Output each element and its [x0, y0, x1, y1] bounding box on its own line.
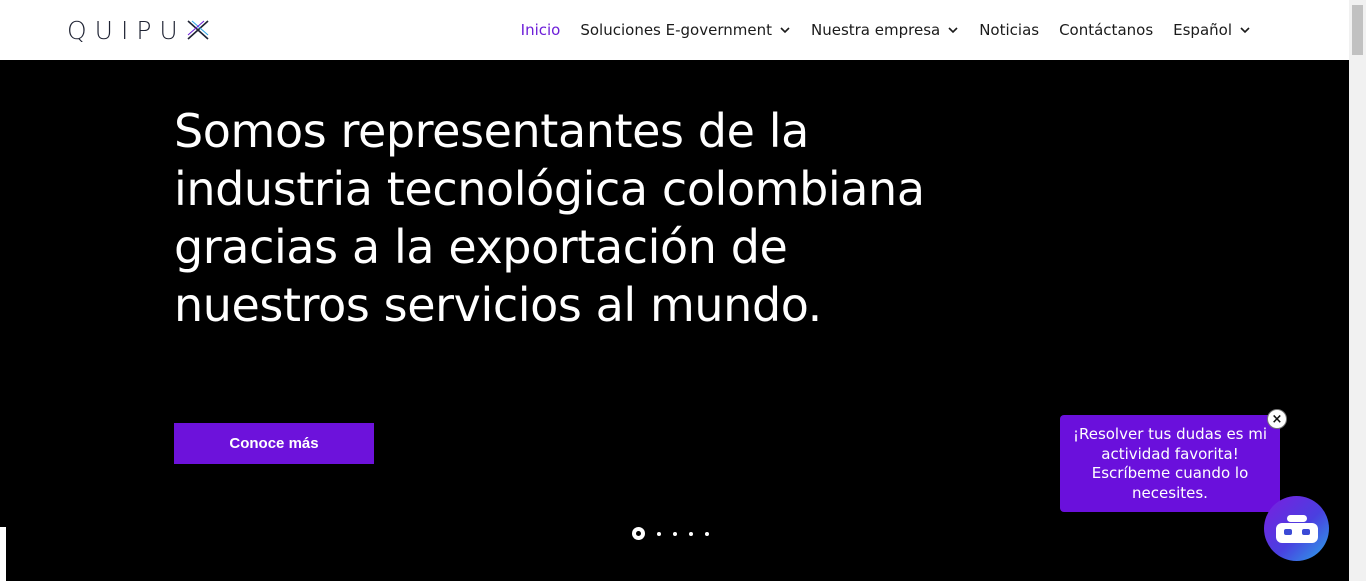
chevron-down-icon [948, 27, 958, 34]
nav-item-label: Noticias [979, 21, 1040, 39]
slider-dot[interactable] [632, 527, 645, 540]
hero-title-line: Somos representantes de la [174, 104, 809, 158]
scrollbar-thumb[interactable] [1352, 5, 1363, 55]
page-scrollbar[interactable] [1349, 0, 1366, 581]
nav-item-label: Contáctanos [1059, 21, 1154, 39]
chat-prompt-text: ¡Resolver tus dudas es mi actividad favo… [1072, 425, 1268, 502]
nav-item-soluciones[interactable]: Soluciones E-government [580, 21, 791, 39]
chevron-down-icon [780, 27, 790, 34]
logo-text: QUIPU [67, 15, 186, 45]
slider-pagination [632, 527, 709, 540]
nav-item-label: Nuestra empresa [810, 21, 941, 39]
chatbot-launcher-button[interactable] [1264, 496, 1329, 561]
slider-dot[interactable] [657, 531, 661, 536]
nav-item-label: Inicio [520, 21, 561, 39]
chevron-down-icon [1240, 27, 1250, 34]
main-nav: Inicio Soluciones E-government Nuestra e… [521, 0, 1251, 60]
hero-title: Somos representantes de la industria tec… [174, 102, 1034, 334]
site-header: QUIPU Inicio Soluciones E-government Nue… [0, 0, 1349, 60]
conoce-mas-button[interactable]: Conoce más [174, 423, 374, 464]
nav-item-label: Soluciones E-government [580, 21, 772, 39]
x-logo-icon [187, 20, 209, 40]
nav-item-contactanos[interactable]: Contáctanos [1059, 21, 1153, 39]
hero-title-line: nuestros servicios al mundo. [174, 278, 822, 332]
slider-dot[interactable] [673, 531, 677, 536]
hero-title-line: gracias a la exportación de [174, 220, 788, 274]
chat-close-button[interactable]: × [1267, 409, 1287, 429]
nav-item-label: Español [1173, 21, 1232, 39]
slider-dot[interactable] [705, 531, 709, 536]
nav-item-language[interactable]: Español [1173, 21, 1251, 39]
page-edge-strip [0, 527, 6, 581]
hero-title-line: industria tecnológica colombiana [174, 162, 925, 216]
slider-dot[interactable] [689, 531, 693, 536]
close-icon: × [1271, 411, 1283, 427]
quipux-logo[interactable]: QUIPU [67, 14, 210, 46]
nav-item-empresa[interactable]: Nuestra empresa [811, 21, 959, 39]
nav-item-noticias[interactable]: Noticias [979, 21, 1039, 39]
robot-icon [1275, 514, 1318, 543]
chat-prompt-bubble[interactable]: ¡Resolver tus dudas es mi actividad favo… [1060, 415, 1280, 512]
nav-item-inicio[interactable]: Inicio [521, 21, 561, 39]
